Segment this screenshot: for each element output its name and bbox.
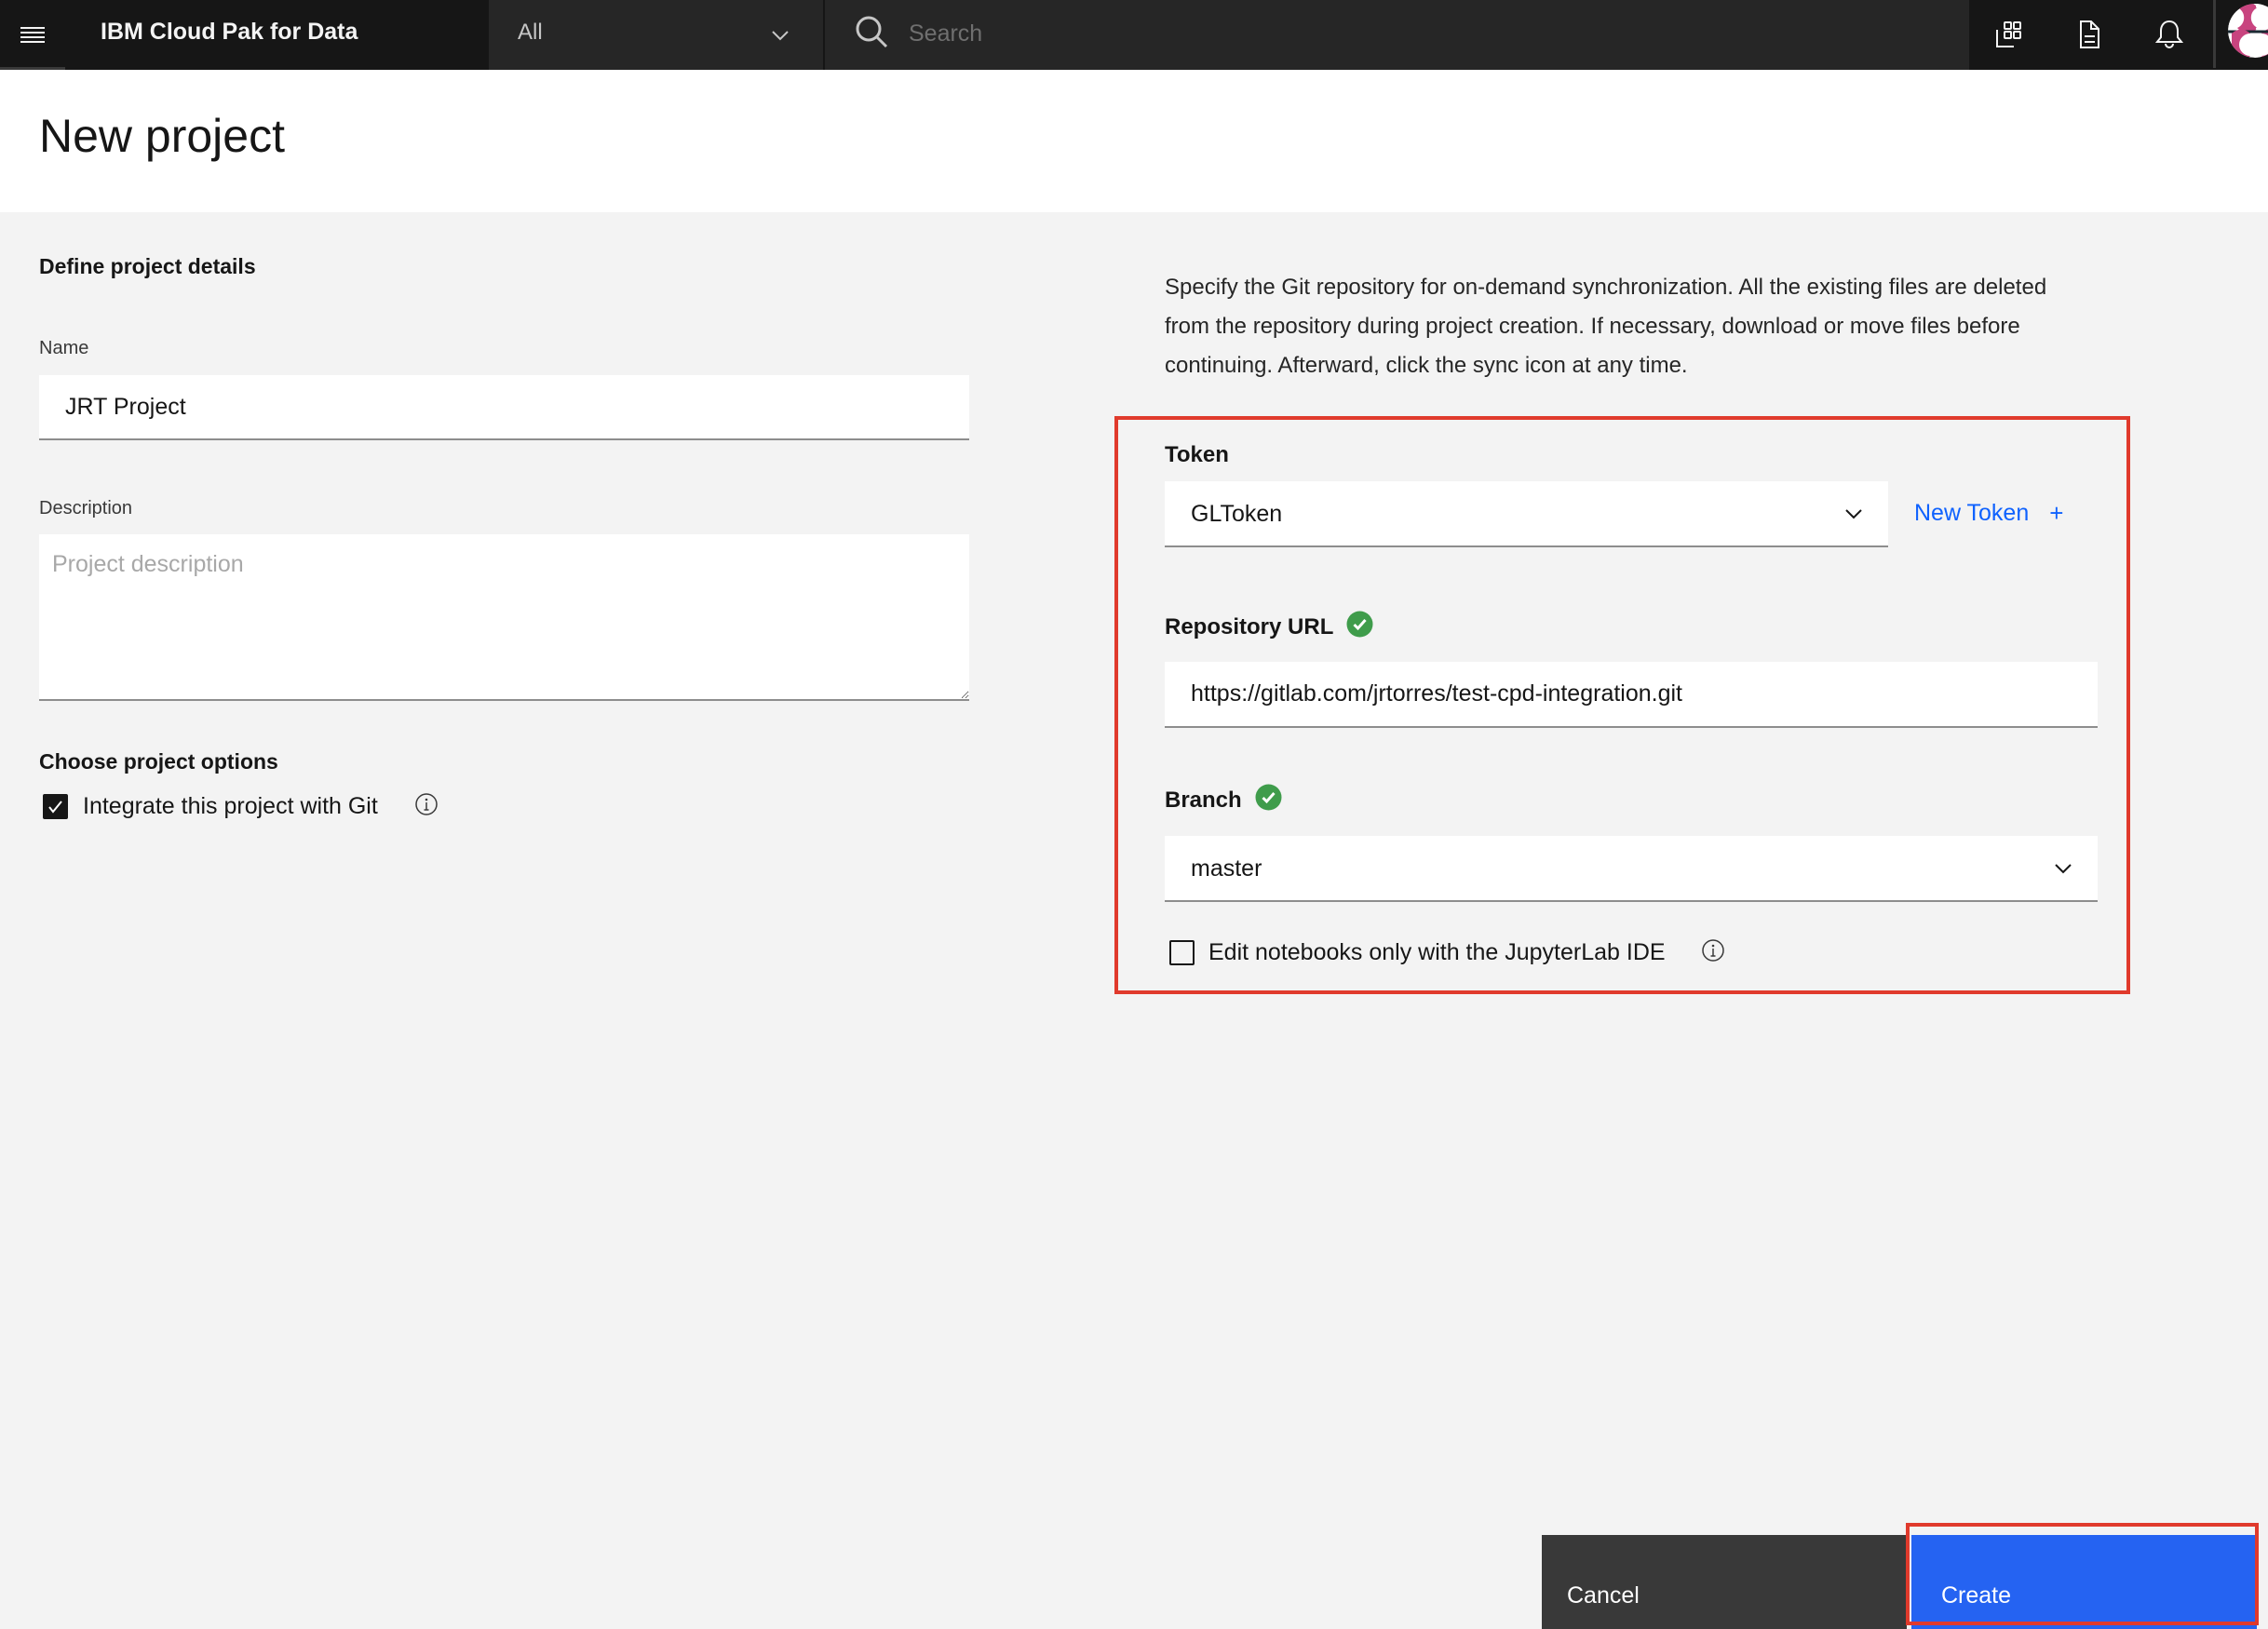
chevron-down-icon [772, 31, 789, 41]
create-button[interactable]: Create [1911, 1535, 2257, 1629]
catalog-button[interactable] [1969, 0, 2049, 68]
info-icon[interactable] [414, 792, 439, 816]
checkmark-filled-icon [1255, 784, 1282, 810]
git-description: Specify the Git repository for on-demand… [1165, 275, 2047, 378]
define-details-heading: Define project details [39, 254, 256, 278]
chevron-down-icon [2055, 864, 2072, 874]
cancel-button[interactable]: Cancel [1542, 1535, 1907, 1629]
token-label: Token [1165, 442, 1229, 468]
branch-selected-value: master [1191, 855, 1262, 882]
integrate-git-checkbox[interactable] [43, 794, 68, 819]
menu-icon [20, 26, 45, 43]
checkmark-filled-icon [1346, 611, 1373, 637]
info-icon[interactable] [1701, 938, 1725, 963]
chevron-down-icon [1845, 509, 1862, 519]
project-name-input[interactable] [39, 375, 969, 440]
token-select[interactable]: GLToken [1165, 481, 1888, 547]
token-label-text: Token [1165, 442, 1229, 467]
app-title[interactable]: IBM Cloud Pak for Data [101, 0, 358, 70]
user-avatar-button[interactable] [2213, 0, 2268, 68]
token-selected-value: GLToken [1191, 501, 1283, 527]
checkmark-icon [48, 801, 62, 814]
new-token-link[interactable]: New Token + [1914, 499, 2063, 528]
search-icon [856, 16, 888, 48]
menu-button[interactable] [0, 0, 65, 70]
search-bar [823, 0, 1969, 70]
jupyterlab-only-checkbox[interactable] [1169, 940, 1195, 965]
new-token-label: New Token [1914, 500, 2030, 526]
scope-selected-value: All [518, 20, 543, 45]
document-icon [2080, 20, 2099, 48]
repo-url-label: Repository URL [1165, 611, 1373, 640]
branch-label: Branch [1165, 784, 1282, 814]
page-title: New project [39, 110, 285, 162]
user-avatar [2228, 4, 2268, 58]
search-input[interactable] [909, 9, 1840, 58]
repo-url-label-text: Repository URL [1165, 614, 1334, 639]
catalog-icon [1996, 20, 2021, 47]
notification-bell-icon [2154, 20, 2184, 48]
scope-dropdown[interactable]: All [488, 0, 823, 70]
notifications-button[interactable] [2129, 0, 2209, 68]
top-navigation-bar: IBM Cloud Pak for Data All [0, 0, 2268, 70]
name-label: Name [39, 338, 89, 358]
branch-label-text: Branch [1165, 788, 1242, 813]
documentation-button[interactable] [2049, 0, 2129, 68]
project-options-heading: Choose project options [39, 749, 278, 774]
jupyterlab-only-label[interactable]: Edit notebooks only with the JupyterLab … [1208, 939, 1666, 966]
project-description-input[interactable] [39, 534, 969, 701]
header-actions [1969, 0, 2213, 68]
plus-icon: + [2049, 499, 2064, 527]
page-header: New project [0, 70, 2268, 212]
integrate-git-label[interactable]: Integrate this project with Git [83, 793, 378, 820]
branch-select[interactable]: master [1165, 836, 2098, 902]
description-label: Description [39, 498, 133, 518]
repository-url-input[interactable] [1165, 662, 2098, 728]
